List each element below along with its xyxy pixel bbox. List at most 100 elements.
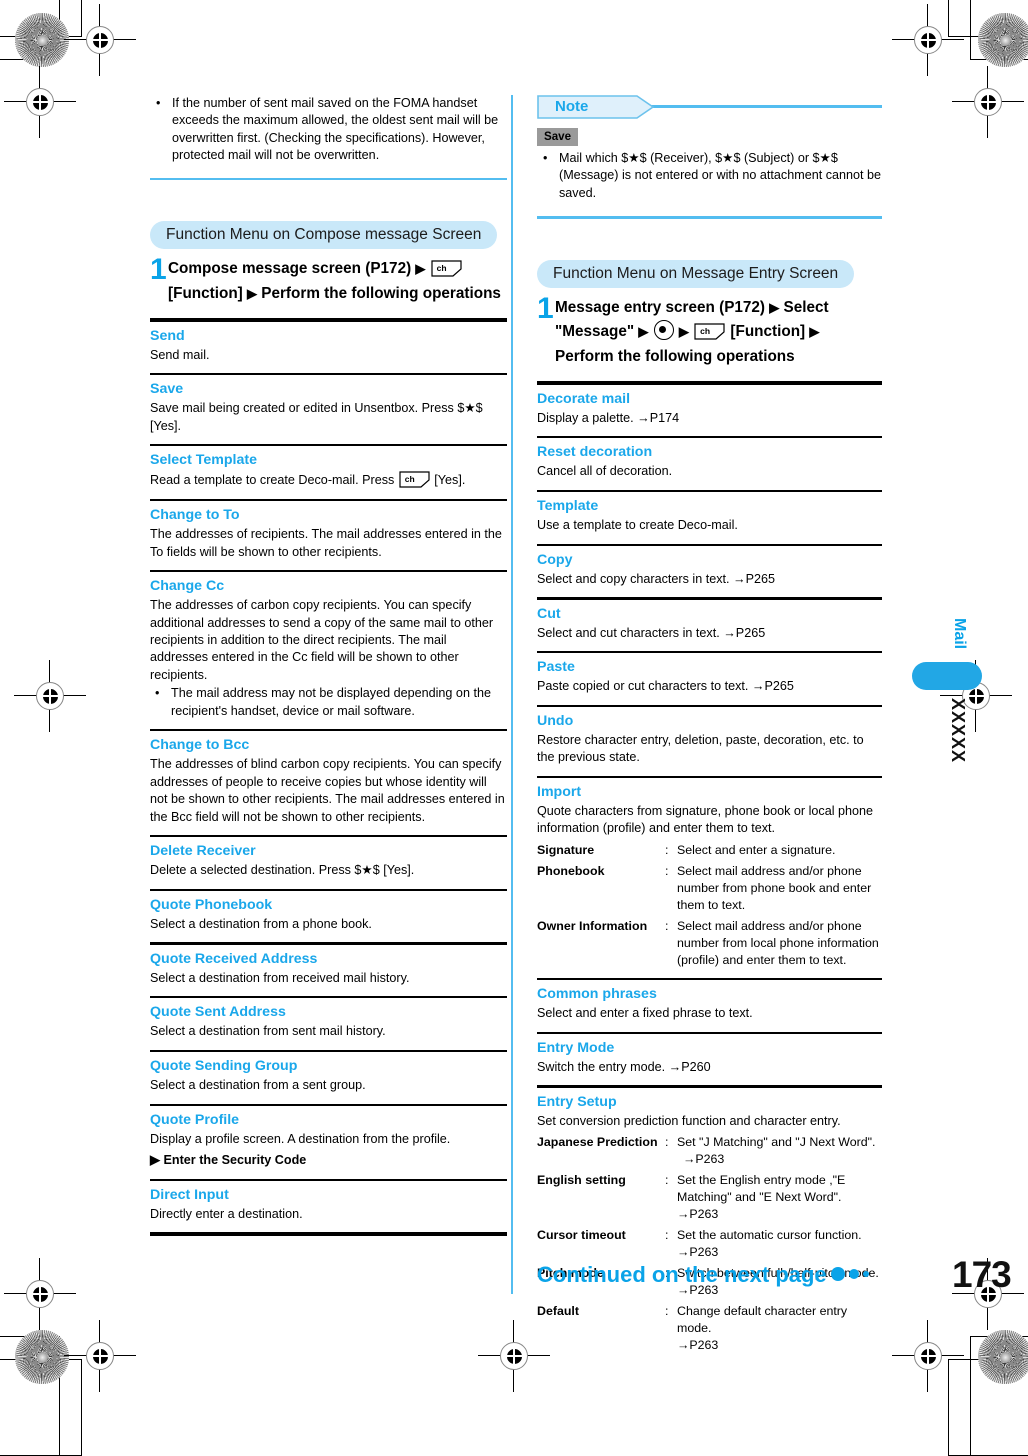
entry-delete-receiver: Delete Receiver Delete a selected destin… [150, 842, 507, 879]
step-text: Compose message screen (P172) ▶ ch [Func… [168, 257, 507, 306]
def-value: Set the English entry mode ,"E Matching"… [677, 1172, 882, 1223]
note-save-badge: Save [537, 128, 579, 146]
def-value-text: Set the English entry mode ,"E Matching"… [677, 1172, 846, 1204]
entry-title: Quote Phonebook [150, 897, 273, 913]
def-row-cursor-timeout: Cursor timeout : Set the automatic curso… [537, 1227, 882, 1261]
entry-description: Select a destination from a sent group. [150, 1078, 366, 1093]
def-value: Select mail address and/or phone number … [677, 918, 879, 967]
page-ref: P174 [649, 410, 680, 425]
def-term: Cursor timeout [537, 1227, 626, 1242]
def-value: Change default character entry mode. →P2… [677, 1303, 882, 1354]
intro-bullet-list: • If the number of sent mail saved on th… [150, 95, 507, 165]
side-chapter-tab: Mail XXXXX [912, 600, 982, 800]
def-value-text: Set the automatic cursor function. [677, 1227, 862, 1242]
entry-separator [150, 1049, 507, 1053]
entry-description: Use a template to create Deco-mail. [537, 518, 738, 533]
continued-notice: Continued on the next page [537, 1262, 869, 1287]
entry-arrow-text: Enter the Security Code [163, 1153, 307, 1168]
entry-reset-decoration: Reset decoration Cancel all of decoratio… [537, 443, 882, 480]
entry-description: Quote characters from signature, phone b… [537, 804, 874, 836]
page-ref-arrow-icon: → [677, 1244, 690, 1259]
step-number: 1 [150, 253, 167, 287]
def-colon: : [665, 1227, 669, 1242]
def-value: Set the automatic cursor function. →P263 [677, 1227, 882, 1261]
page-ref-arrow-icon: → [723, 625, 736, 640]
entry-title: Direct Input [150, 1186, 229, 1203]
entry-description: Display a profile screen. A destination … [150, 1131, 451, 1146]
entry-copy: Copy Select and copy characters in text.… [537, 551, 882, 588]
arrow-right-icon-2: ▶ [247, 285, 258, 301]
def-row-owner-information: Owner Information : Select mail address … [537, 918, 882, 969]
entry-send: Send Send mail. [150, 327, 507, 364]
entry-title: Quote Sent Address [150, 1004, 286, 1021]
entry-title: Quote Sending Group [150, 1058, 298, 1075]
arrow-right-icon: ▶ [150, 1152, 160, 1168]
ch-key-icon: ch [694, 323, 725, 340]
entry-description: Select and enter a fixed phrase to text. [537, 1006, 753, 1021]
def-colon: : [665, 1172, 669, 1187]
entry-title: Change to Bcc [150, 737, 250, 754]
entry-separator [537, 704, 882, 707]
entry-description: Display a palette. →P174 [537, 410, 882, 427]
side-tab-pill [912, 662, 982, 690]
bullet-item: • Mail which $★$ (Receiver), $★$ (Subjec… [537, 150, 882, 202]
note-bullet-list: • Mail which $★$ (Receiver), $★$ (Subjec… [537, 150, 882, 202]
entry-description: Select a destination from received mail … [150, 970, 410, 985]
step-part-3: Perform the following operations [261, 284, 501, 302]
entry-title: Undo [537, 712, 574, 729]
entry-separator [537, 436, 882, 439]
entry-description-text: Select and copy characters in text. [537, 571, 730, 586]
entry-title: Select Template [150, 452, 257, 469]
entry-separator [537, 1031, 882, 1034]
entry-description-post: [Yes]. [434, 473, 466, 488]
entry-change-to-bcc: Change to Bcc The addresses of blind car… [150, 736, 507, 826]
def-value-text: Change default character entry mode. [677, 1303, 848, 1335]
page-ref-arrow-icon: → [677, 1206, 690, 1221]
bullet-dot-icon: • [155, 686, 160, 701]
entry-undo: Undo Restore character entry, deletion, … [537, 712, 882, 767]
entry-title: Quote Received Address [150, 950, 318, 967]
entry-title: Delete Receiver [150, 843, 256, 860]
step-part-4: Perform the following operations [555, 347, 795, 365]
entry-common-phrases: Common phrases Select and enter a fixed … [537, 985, 882, 1022]
page-ref: P265 [735, 625, 766, 640]
entry-description: Set conversion prediction function and c… [537, 1113, 841, 1128]
entry-description: Select and copy characters in text. →P26… [537, 571, 882, 588]
entry-quote-sending-group: Quote Sending Group Select a destination… [150, 1057, 507, 1094]
bullet-text: Mail which $★$ (Receiver), $★$ (Subject)… [559, 151, 882, 200]
step-number: 1 [537, 291, 554, 325]
entry-separator [537, 977, 882, 981]
def-colon: : [665, 1134, 669, 1149]
entry-description: Restore character entry, deletion, paste… [537, 732, 864, 765]
entry-separator [150, 498, 507, 502]
section-header-message-entry: Function Menu on Message Entry Screen [537, 259, 855, 288]
def-colon: : [665, 842, 669, 857]
entry-separator [537, 489, 882, 493]
note-header: Note [537, 95, 882, 119]
entry-import: Import Quote characters from signature, … [537, 783, 882, 969]
step-text: Message entry screen (P172) ▶ Select "Me… [555, 296, 882, 370]
entry-separator [537, 381, 882, 385]
entry-sub-text: The mail address may not be displayed de… [171, 686, 491, 718]
def-value-text: Set "J Matching" and "J Next Word". [677, 1134, 876, 1149]
entry-title: Reset decoration [537, 444, 653, 461]
entry-separator [150, 569, 507, 573]
step-part-1: Compose message screen (P172) [168, 260, 412, 278]
page-number: 173 [952, 1254, 1012, 1295]
step-part-1: Message entry screen (P172) [555, 298, 766, 316]
arrow-right-icon-2: ▶ [638, 324, 649, 340]
entry-description: The addresses of blind carbon copy recip… [150, 757, 505, 824]
bullet-text: If the number of sent mail saved on the … [172, 96, 499, 163]
def-value: Select and enter a signature. [677, 842, 836, 857]
entry-separator [150, 942, 507, 945]
entry-description-text: Switch the entry mode. [537, 1059, 666, 1074]
entry-save: Save Save mail being created or edited i… [150, 380, 507, 435]
entry-title: Entry Mode [537, 1039, 615, 1056]
entry-paste: Paste Paste copied or cut characters to … [537, 658, 882, 695]
registration-mark-bl [64, 1320, 136, 1392]
entry-description: The addresses of carbon copy recipients.… [150, 598, 494, 682]
def-term: Owner Information [537, 918, 648, 933]
def-value: Set "J Matching" and "J Next Word". →P26… [677, 1134, 882, 1168]
page-ref-arrow-icon: → [637, 410, 650, 425]
entry-entry-mode: Entry Mode Switch the entry mode. →P260 [537, 1039, 882, 1076]
